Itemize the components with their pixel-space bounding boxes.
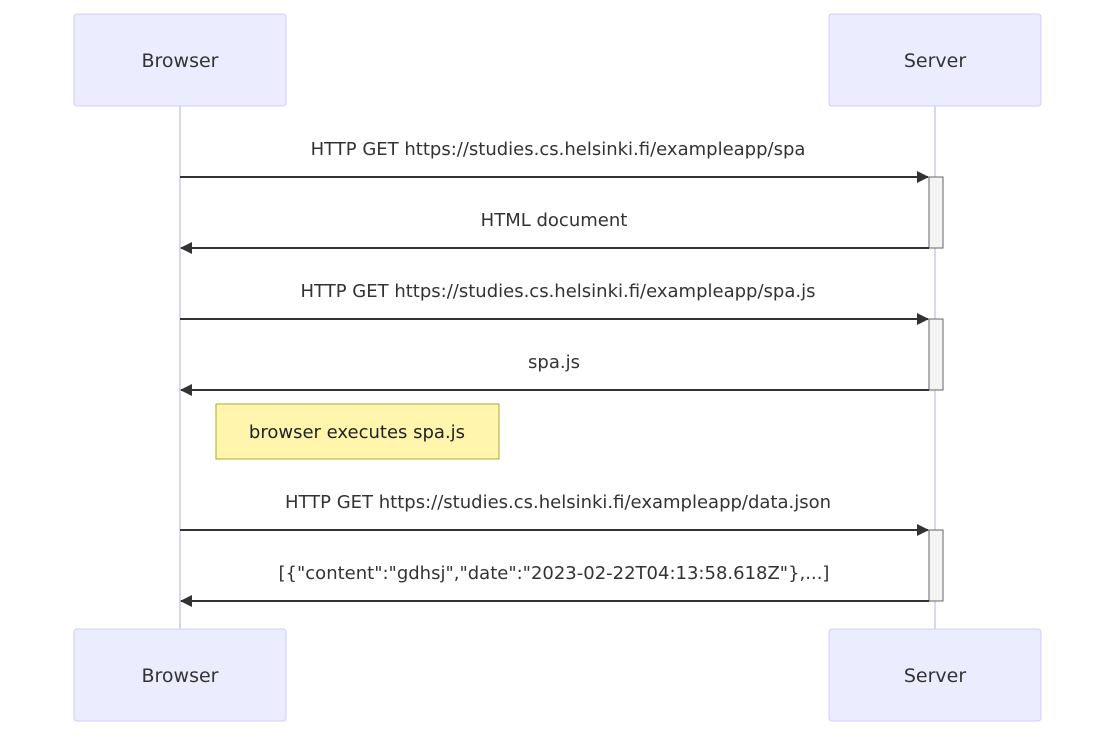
actor-browser-top-label: Browser (142, 50, 219, 72)
message-response-html: HTML document (180, 210, 929, 254)
actor-server-bottom: Server (828, 628, 1042, 722)
message-label: HTML document (481, 210, 628, 231)
message-label: HTTP GET https://studies.cs.helsinki.fi/… (301, 281, 816, 302)
actor-server-top: Server (828, 13, 1042, 107)
message-label: [{"content":"gdhsj","date":"2023-02-22T0… (279, 563, 830, 584)
actor-browser-bottom-label: Browser (142, 665, 219, 687)
message-response-data-json: [{"content":"gdhsj","date":"2023-02-22T0… (180, 563, 929, 607)
server-activation-1 (928, 176, 944, 249)
message-request-data-json: HTTP GET https://studies.cs.helsinki.fi/… (180, 492, 929, 536)
actor-browser-bottom: Browser (73, 628, 287, 722)
actor-server-bottom-label: Server (904, 665, 966, 687)
sequence-diagram: Browser Server HTTP GET https://studies.… (0, 0, 1116, 737)
sequence-diagram-svg: Browser Server HTTP GET https://studies.… (73, 13, 1042, 722)
message-label: spa.js (528, 352, 580, 373)
note-executes-spa-js: browser executes spa.js (215, 403, 500, 460)
message-request-spa-js: HTTP GET https://studies.cs.helsinki.fi/… (180, 281, 929, 325)
message-response-spa-js: spa.js (180, 352, 929, 396)
message-label: HTTP GET https://studies.cs.helsinki.fi/… (285, 492, 831, 513)
server-activation-3 (928, 529, 944, 602)
server-activation-2 (928, 318, 944, 391)
message-label: HTTP GET https://studies.cs.helsinki.fi/… (311, 139, 806, 160)
actor-server-top-label: Server (904, 50, 966, 72)
message-request-spa: HTTP GET https://studies.cs.helsinki.fi/… (180, 139, 929, 183)
note-label: browser executes spa.js (249, 422, 465, 443)
actor-browser-top: Browser (73, 13, 287, 107)
